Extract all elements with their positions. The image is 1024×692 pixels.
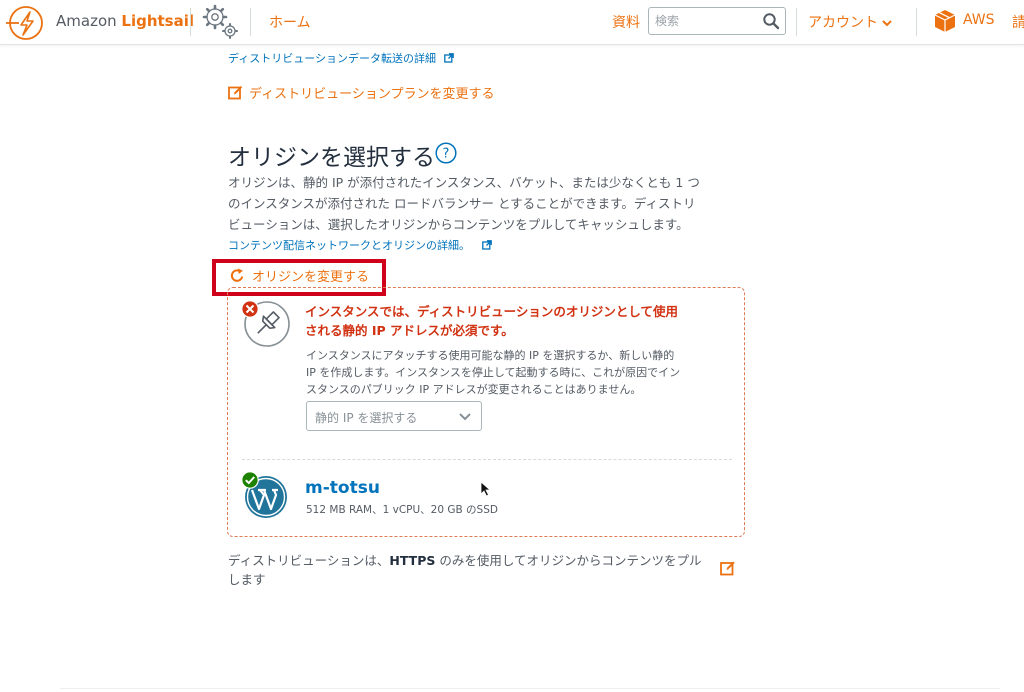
logo-brand: Lightsail <box>121 12 195 30</box>
page-title: オリジンを選択する <box>228 145 435 171</box>
aws-console-link[interactable]: AWS <box>963 12 995 28</box>
aws-cube-icon <box>934 10 956 32</box>
error-line: される静的 IP アドレスが必須です。 <box>305 323 514 338</box>
search-icon[interactable] <box>762 12 780 30</box>
chevron-down-icon <box>459 413 471 421</box>
https-description: ディストリビューションは、HTTPS のみを使用してオリジンからコンテンツをプル… <box>228 551 718 589</box>
change-plan-link[interactable]: ディストリビューションプランを変更する <box>228 83 494 102</box>
logo-prefix: Amazon <box>56 12 122 30</box>
divider <box>250 8 251 36</box>
account-menu[interactable]: アカウント <box>808 12 892 32</box>
truncated-menu-label[interactable]: 請 <box>1012 12 1024 32</box>
lightsail-logo-icon[interactable] <box>6 3 46 43</box>
external-link-icon <box>481 240 492 250</box>
instance-name-link[interactable]: m-totsu <box>305 478 380 498</box>
description-line: オリジンは、静的 IP が添付されたインスタンス、バケット、または少なくとも 1… <box>228 175 700 190</box>
error-line: インスタンスでは、ディストリビューションのオリジンとして使用 <box>305 304 679 319</box>
help-line: IP を作成します。インスタンスを停止して起動する時に、これが原因でイン <box>306 366 681 379</box>
chevron-down-icon <box>882 19 892 26</box>
transfer-details-link[interactable]: ディストリビューションデータ転送の詳細 <box>228 50 454 66</box>
description-line: のインスタンスが添付された ロードバランサー とすることができます。ディストリ <box>228 196 696 211</box>
divider <box>60 688 1000 689</box>
help-line: インスタンスにアタッチする使用可能な静的 IP を選択するか、新しい静的 <box>306 349 675 362</box>
https-text-suffix: のみを使用してオリジンからコンテンツをプル <box>435 553 702 568</box>
cdn-origin-details-link[interactable]: コンテンツ配信ネットワークとオリジンの詳細。 <box>228 237 492 253</box>
error-x-icon <box>241 300 259 318</box>
search-field[interactable] <box>648 7 786 35</box>
top-navigation-bar: Amazon Lightsail ホーム 資料 検索 アカウント AWS 請 <box>0 0 1024 45</box>
success-check-icon <box>241 471 259 489</box>
https-text-line: します <box>228 572 266 587</box>
svg-text:?: ? <box>443 147 450 162</box>
mouse-pointer-icon <box>480 481 492 497</box>
origin-description: オリジンは、静的 IP が添付されたインスタンス、バケット、または少なくとも 1… <box>228 172 728 235</box>
divider <box>916 8 917 36</box>
home-link[interactable]: ホーム <box>269 12 311 32</box>
account-label: アカウント <box>808 15 878 31</box>
card-divider <box>242 459 732 460</box>
help-line: スタンスのパブリック IP アドレスが変更されることはありません。 <box>306 383 642 396</box>
edit-icon[interactable] <box>720 560 736 576</box>
static-ip-select-value: 静的 IP を選択する <box>315 411 418 425</box>
description-line: ビューションは、選択したオリジンからコンテンツをプルしてキャッシュします。 <box>228 217 689 232</box>
divider <box>796 8 797 36</box>
external-link-icon <box>443 53 454 63</box>
app-logo-text[interactable]: Amazon Lightsail <box>56 12 194 30</box>
error-message: インスタンスでは、ディストリビューションのオリジンとして使用 される静的 IP … <box>305 302 705 340</box>
https-protocol: HTTPS <box>389 553 436 568</box>
docs-link[interactable]: 資料 <box>612 12 640 32</box>
https-text-prefix: ディストリビューションは、 <box>228 553 390 568</box>
cdn-details-label: コンテンツ配信ネットワークとオリジンの詳細。 <box>228 239 470 252</box>
static-ip-select[interactable]: 静的 IP を選択する <box>306 401 482 431</box>
search-input[interactable] <box>655 12 755 30</box>
instance-spec: 512 MB RAM、1 vCPU、20 GB のSSD <box>306 504 498 516</box>
change-plan-label: ディストリビューションプランを変更する <box>249 87 495 102</box>
error-help-text: インスタンスにアタッチする使用可能な静的 IP を選択するか、新しい静的 IP … <box>306 347 706 398</box>
transfer-details-label: ディストリビューションデータ転送の詳細 <box>228 52 437 65</box>
help-icon[interactable]: ? <box>435 142 457 164</box>
divider <box>190 8 191 36</box>
edit-icon <box>228 86 243 100</box>
settings-gear-icon[interactable] <box>199 2 241 42</box>
